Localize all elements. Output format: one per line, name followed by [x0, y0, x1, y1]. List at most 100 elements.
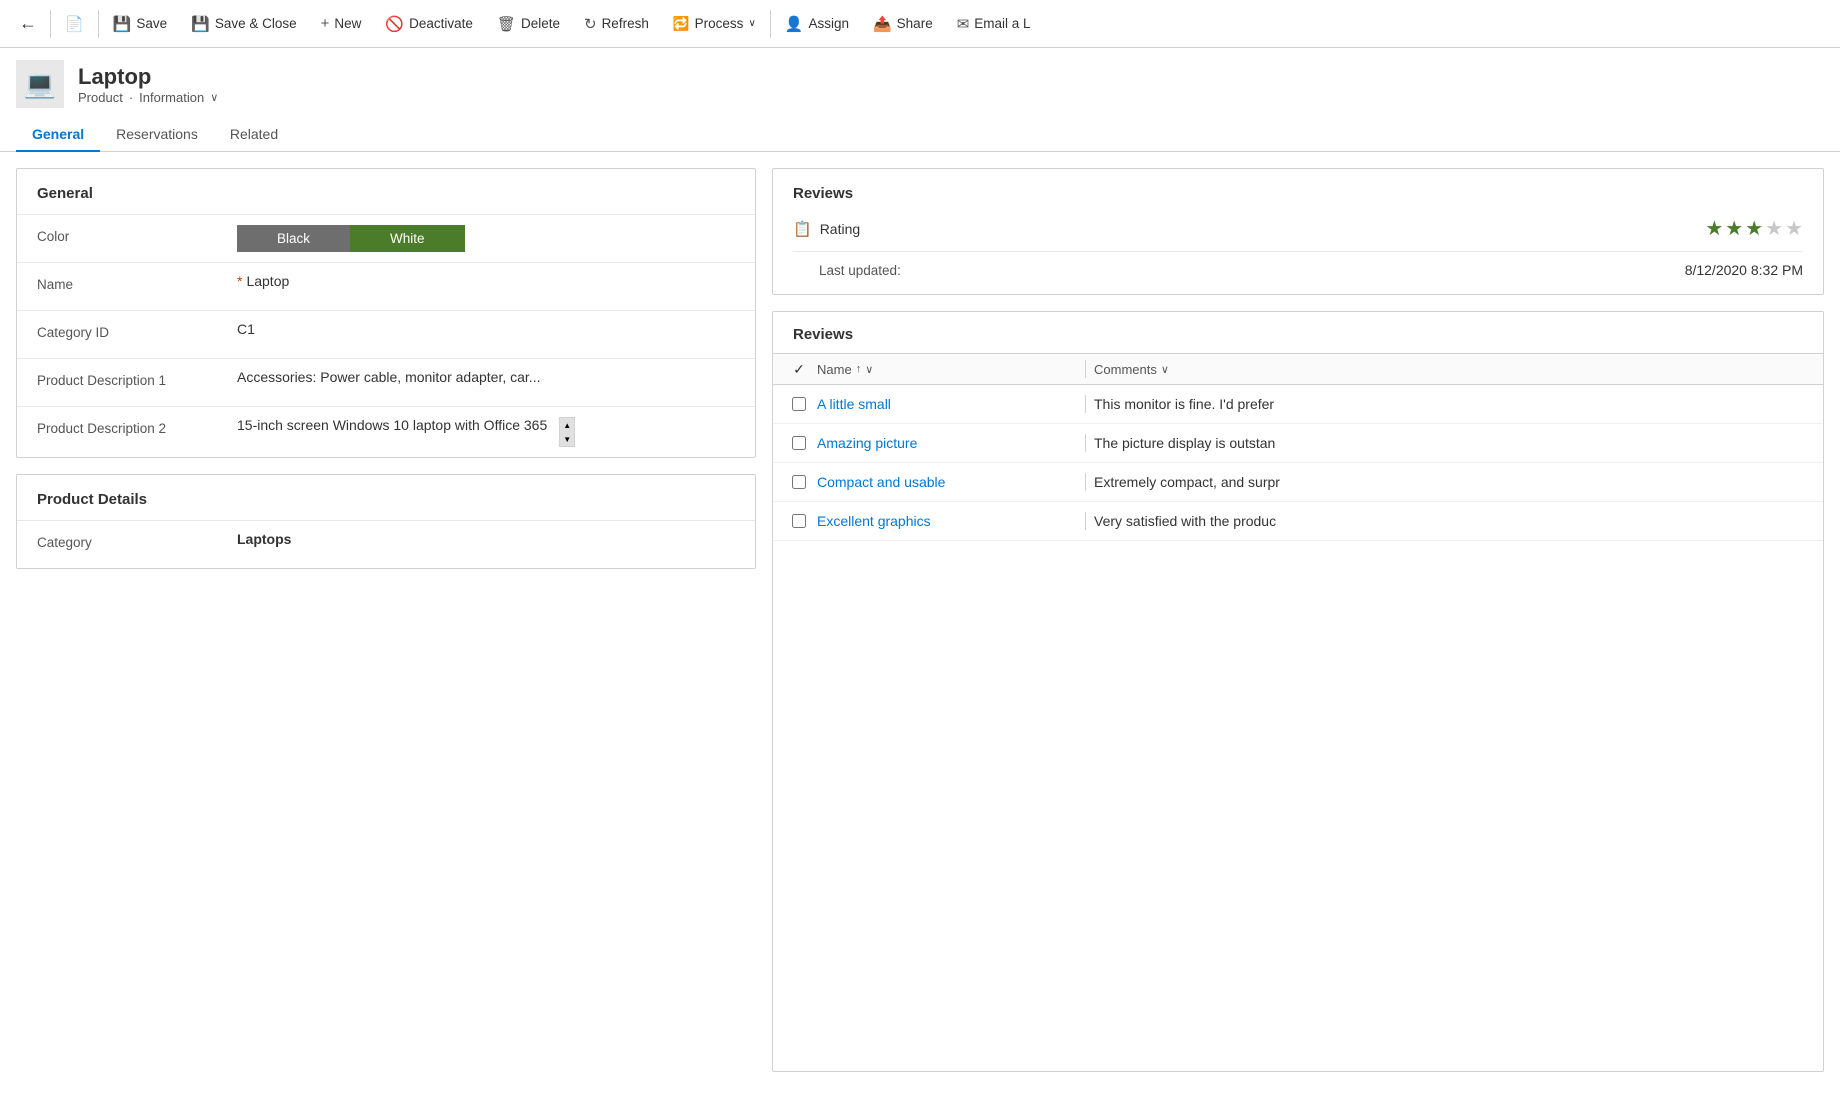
email-label: Email a L [974, 16, 1030, 31]
star-3: ★ [1745, 216, 1763, 241]
assign-button[interactable]: 👤 Assign [773, 0, 861, 47]
reviews-table-title: Reviews [773, 312, 1823, 353]
toolbar-separator-3 [770, 10, 771, 38]
table-row: Compact and usable Extremely compact, an… [773, 463, 1823, 502]
row-col-separator [1085, 434, 1086, 452]
color-row: Color Black White [17, 214, 755, 262]
save-label: Save [136, 16, 167, 31]
product-desc2-row: Product Description 2 15-inch screen Win… [17, 406, 755, 457]
row-checkbox[interactable] [792, 475, 806, 489]
save-button[interactable]: 💾 Save [101, 0, 179, 47]
process-chevron-icon: ∨ [748, 18, 755, 29]
general-card: General Color Black White Name *Laptop [16, 168, 756, 458]
col-name-header: Name ↑ ∨ [817, 362, 1077, 377]
share-button[interactable]: 📤 Share [861, 0, 945, 47]
tabs: General Reservations Related [0, 118, 1840, 152]
review-name[interactable]: Amazing picture [817, 435, 1077, 451]
tab-general[interactable]: General [16, 118, 100, 152]
product-desc1-label: Product Description 1 [37, 369, 237, 388]
star-1: ★ [1705, 216, 1723, 241]
save-close-label: Save & Close [215, 16, 297, 31]
table-select-all[interactable]: ✓ [781, 362, 817, 376]
refresh-button[interactable]: ↻ Refresh [572, 0, 661, 47]
breadcrumb-product: Product [78, 90, 123, 105]
row-checkbox[interactable] [792, 397, 806, 411]
page-header: 💻 Laptop Product · Information ∨ [0, 48, 1840, 108]
review-comment: The picture display is outstan [1094, 435, 1815, 451]
delete-icon: 🗑 [497, 15, 516, 33]
color-value: Black White [237, 225, 735, 252]
select-all-checkbox[interactable]: ✓ [792, 362, 806, 376]
new-label: New [334, 16, 361, 31]
general-card-title: General [17, 169, 755, 214]
reviews-summary-card: Reviews 📋 Rating ★ ★ ★ ★ ★ Last updated:… [772, 168, 1824, 295]
table-header: ✓ Name ↑ ∨ Comments ∨ [773, 353, 1823, 385]
row-checkbox-col[interactable] [781, 475, 817, 489]
row-checkbox-col[interactable] [781, 397, 817, 411]
review-name[interactable]: Excellent graphics [817, 513, 1077, 529]
tab-related[interactable]: Related [214, 118, 294, 152]
scroll-down-button[interactable]: ▼ [560, 432, 574, 446]
toolbar-separator-1 [50, 10, 51, 38]
product-details-card: Product Details Category Laptops [16, 474, 756, 569]
tab-reservations[interactable]: Reservations [100, 118, 214, 152]
review-comment: Extremely compact, and surpr [1094, 474, 1815, 490]
back-button[interactable]: ← [8, 0, 48, 47]
process-button[interactable]: 🔁 Process ∨ [661, 0, 768, 47]
delete-label: Delete [521, 16, 560, 31]
product-desc1-value: Accessories: Power cable, monitor adapte… [237, 369, 735, 385]
review-name[interactable]: Compact and usable [817, 474, 1077, 490]
name-row: Name *Laptop [17, 262, 755, 310]
header-text: Laptop Product · Information ∨ [78, 64, 218, 105]
sort-asc-icon[interactable]: ↑ [856, 363, 862, 375]
delete-button[interactable]: 🗑 Delete [485, 0, 572, 47]
refresh-label: Refresh [602, 16, 649, 31]
reviews-table-body: A little small This monitor is fine. I'd… [773, 385, 1823, 541]
last-updated-value: 8/12/2020 8:32 PM [1685, 262, 1803, 278]
row-checkbox-col[interactable] [781, 436, 817, 450]
deactivate-icon: 🚫 [385, 15, 404, 33]
color-buttons: Black White [237, 225, 735, 252]
reviews-summary-title: Reviews [793, 185, 1803, 202]
deactivate-button[interactable]: 🚫 Deactivate [373, 0, 484, 47]
row-checkbox-col[interactable] [781, 514, 817, 528]
rating-row: 📋 Rating ★ ★ ★ ★ ★ [793, 216, 1803, 241]
record-icon: 📄 [65, 15, 84, 33]
review-name[interactable]: A little small [817, 396, 1077, 412]
table-row: Excellent graphics Very satisfied with t… [773, 502, 1823, 541]
email-button[interactable]: ✉ Email a L [945, 0, 1043, 47]
record-icon-button[interactable]: 📄 [53, 0, 96, 47]
breadcrumb[interactable]: Product · Information ∨ [78, 90, 218, 105]
toolbar: ← 📄 💾 Save 💾 Save & Close + New 🚫 Deacti… [0, 0, 1840, 48]
reviews-table-card: Reviews ✓ Name ↑ ∨ Comments ∨ [772, 311, 1824, 1072]
right-panel: Reviews 📋 Rating ★ ★ ★ ★ ★ Last updated:… [772, 168, 1824, 1072]
star-4: ★ [1765, 216, 1783, 241]
breadcrumb-section: Information [139, 90, 204, 105]
col-comments-header: Comments ∨ [1094, 362, 1815, 377]
col-comments-label: Comments [1094, 362, 1157, 377]
save-close-icon: 💾 [191, 15, 210, 33]
sort-desc-icon[interactable]: ∨ [865, 363, 873, 376]
comments-sort-icon[interactable]: ∨ [1161, 363, 1169, 376]
row-checkbox[interactable] [792, 514, 806, 528]
new-icon: + [321, 15, 330, 32]
table-row: A little small This monitor is fine. I'd… [773, 385, 1823, 424]
color-label: Color [37, 225, 237, 244]
share-icon: 📤 [873, 15, 892, 33]
share-label: Share [897, 16, 933, 31]
left-panel: General Color Black White Name *Laptop [16, 168, 756, 1072]
row-checkbox[interactable] [792, 436, 806, 450]
star-2: ★ [1725, 216, 1743, 241]
name-value: *Laptop [237, 273, 735, 289]
category-id-value: C1 [237, 321, 735, 337]
last-updated-label: Last updated: [793, 263, 1677, 278]
save-close-button[interactable]: 💾 Save & Close [179, 0, 308, 47]
category-id-label: Category ID [37, 321, 237, 340]
new-button[interactable]: + New [309, 0, 374, 47]
category-label: Category [37, 531, 237, 550]
scroll-up-button[interactable]: ▲ [560, 418, 574, 432]
main-content: General Color Black White Name *Laptop [0, 152, 1840, 1088]
stars: ★ ★ ★ ★ ★ [1705, 216, 1803, 241]
color-black-button[interactable]: Black [237, 225, 350, 252]
color-white-button[interactable]: White [350, 225, 465, 252]
